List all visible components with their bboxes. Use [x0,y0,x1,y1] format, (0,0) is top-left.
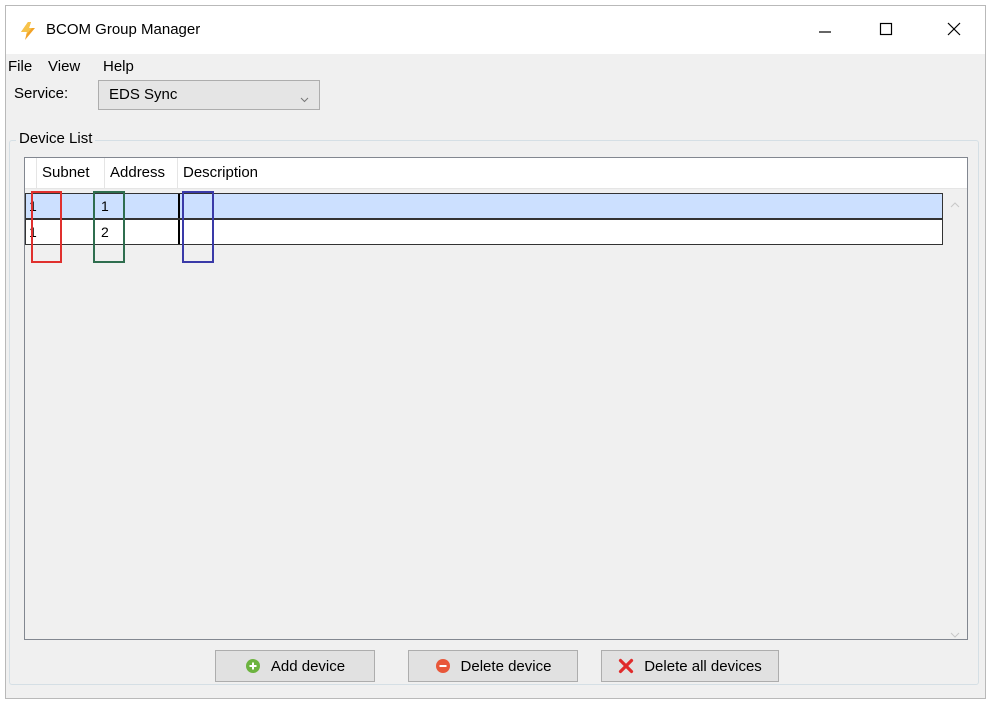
service-selected-value: EDS Sync [109,86,178,103]
vertical-scrollbar[interactable] [945,189,967,639]
table-row[interactable]: 1 2 [25,219,943,245]
row-header-corner [25,158,37,188]
table-row[interactable]: 1 1 [25,193,943,219]
menu-view[interactable]: View [48,58,80,75]
add-device-button[interactable]: Add device [215,650,375,682]
chevron-down-icon [300,90,309,106]
device-grid[interactable]: Subnet Address Description 1 1 1 2 [24,157,968,640]
grid-header: Subnet Address Description [25,158,967,189]
column-header-description[interactable]: Description [178,158,967,188]
description-column-highlight [182,191,214,263]
menu-file[interactable]: File [8,58,32,75]
lightning-bolt-icon [18,21,38,41]
minimize-button[interactable] [802,12,848,48]
address-column-highlight [93,191,125,263]
menu-bar: File View Help [6,54,985,80]
plus-circle-icon [245,658,261,674]
cell-description[interactable] [178,220,942,244]
red-x-icon [618,658,634,674]
window-title: BCOM Group Manager [46,21,201,38]
column-header-address[interactable]: Address [105,158,178,188]
service-label: Service: [14,85,69,102]
maximize-icon [879,22,893,39]
title-bar[interactable]: BCOM Group Manager [6,6,985,54]
close-button[interactable] [931,12,977,48]
scroll-down-icon[interactable] [950,625,960,641]
maximize-button[interactable] [863,12,909,48]
service-dropdown[interactable]: EDS Sync [98,80,320,110]
minus-circle-icon [435,658,451,674]
cell-description[interactable] [178,194,942,218]
delete-device-button[interactable]: Delete device [408,650,578,682]
delete-all-devices-button[interactable]: Delete all devices [601,650,779,682]
menu-help[interactable]: Help [103,58,134,75]
column-header-subnet[interactable]: Subnet [37,158,105,188]
add-device-label: Add device [270,657,346,675]
delete-device-label: Delete device [460,657,552,675]
close-icon [947,22,961,39]
delete-all-devices-label: Delete all devices [644,657,762,675]
device-list-title: Device List [16,130,96,147]
scroll-up-icon[interactable] [950,195,960,211]
subnet-column-highlight [31,191,62,263]
minimize-icon [818,22,832,39]
